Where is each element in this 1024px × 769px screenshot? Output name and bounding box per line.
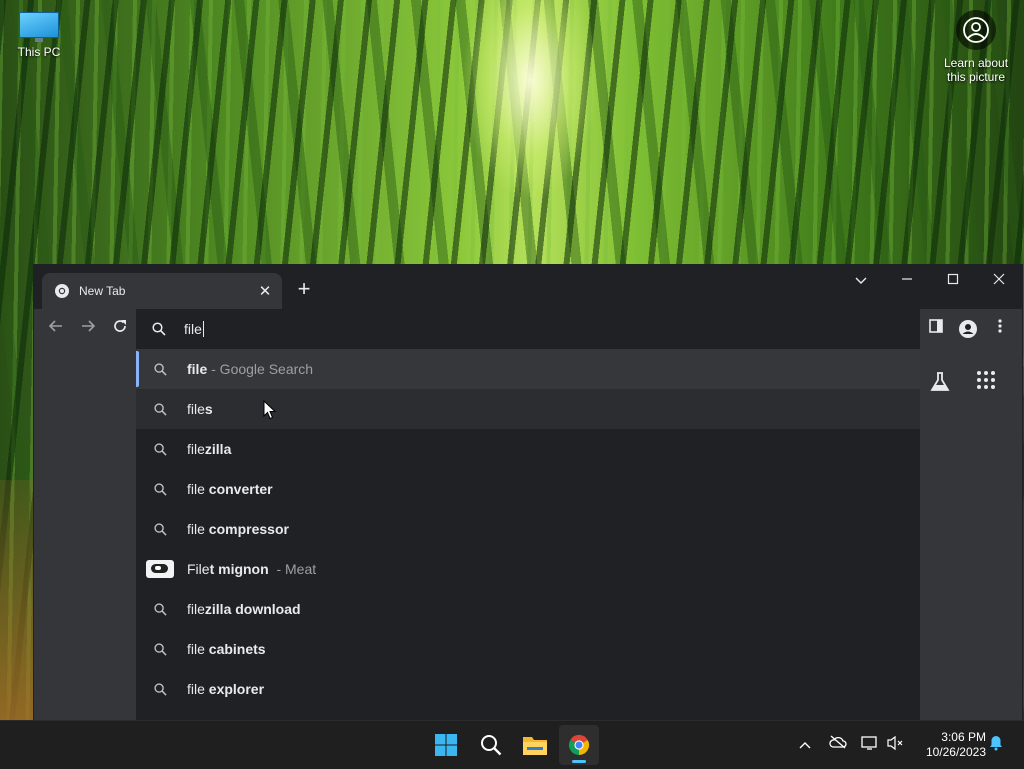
selection-indicator xyxy=(136,351,139,387)
learn-label-line2: this picture xyxy=(946,70,1006,84)
suggestion-text: file xyxy=(187,361,208,377)
suggestion-typed: file xyxy=(187,481,205,497)
omnibox-input[interactable]: file xyxy=(184,321,204,337)
suggestion-item[interactable]: file explorer xyxy=(136,669,920,709)
suggestion-completion: s xyxy=(204,401,213,417)
suggestion-item[interactable]: filezilla xyxy=(136,429,920,469)
suggestion-description: - Meat xyxy=(276,561,317,577)
suggestion-item[interactable]: file - Google Search xyxy=(136,349,920,389)
search-icon xyxy=(153,442,167,456)
omnibox[interactable]: file xyxy=(136,309,920,349)
suggestion-description: - Google Search xyxy=(211,361,314,377)
search-icon xyxy=(153,522,167,536)
search-icon xyxy=(152,322,166,336)
tab-strip: New Tab ✕ + xyxy=(34,265,1022,309)
taskbar-chrome-icon[interactable] xyxy=(559,725,599,765)
labs-icon[interactable] xyxy=(928,370,952,394)
desktop-icon-label: This PC xyxy=(17,45,61,59)
suggestion-completion: zilla download xyxy=(204,601,301,617)
chevron-down-icon[interactable] xyxy=(838,265,884,295)
apps-grid-icon[interactable] xyxy=(976,370,1000,394)
suggestion-completion: cabinets xyxy=(204,641,266,657)
start-icon[interactable] xyxy=(426,725,466,765)
search-icon xyxy=(153,602,167,616)
learn-about-picture[interactable]: Learn about this picture xyxy=(936,10,1016,84)
mouse-cursor-icon xyxy=(263,400,277,420)
search-icon xyxy=(153,402,167,416)
notification-bell-icon[interactable] xyxy=(986,735,1006,755)
suggestion-item[interactable]: file compressor xyxy=(136,509,920,549)
tab-close-icon[interactable]: ✕ xyxy=(254,282,276,300)
suggestion-completion: t mignon xyxy=(209,561,269,577)
chrome-icon xyxy=(55,284,69,298)
reload-icon[interactable] xyxy=(107,316,133,342)
suggestion-completion: zilla xyxy=(204,441,232,457)
profile-icon[interactable] xyxy=(958,319,978,339)
suggestion-item[interactable]: files xyxy=(136,389,920,429)
plus-icon[interactable]: + xyxy=(292,278,316,302)
search-icon xyxy=(153,682,167,696)
suggestion-item[interactable]: file cabinets xyxy=(136,629,920,669)
suggestion-typed: file xyxy=(187,521,205,537)
suggestion-typed: file xyxy=(187,681,205,697)
entity-thumbnail xyxy=(146,560,174,578)
close-icon[interactable] xyxy=(976,265,1022,295)
learn-label-line1: Learn about xyxy=(943,56,1009,70)
menu-icon[interactable] xyxy=(990,319,1010,339)
active-app-indicator xyxy=(572,760,586,763)
suggestion-typed: file xyxy=(187,441,205,457)
suggestion-completion: explorer xyxy=(204,681,265,697)
taskbar-search-icon[interactable] xyxy=(471,725,511,765)
suggestion-completion: converter xyxy=(204,481,273,497)
taskbar: 3:06 PM 10/26/2023 xyxy=(0,720,1024,769)
chevron-up-icon[interactable] xyxy=(795,735,815,755)
camera-icon xyxy=(956,10,996,50)
desktop-icon-this-pc[interactable]: This PC xyxy=(8,8,70,59)
minimize-icon[interactable] xyxy=(884,265,930,295)
side-panel-icon[interactable] xyxy=(926,319,946,339)
omnibox-suggestions: file - Google Search files filezilla fil… xyxy=(136,349,920,720)
forward-icon[interactable] xyxy=(75,316,101,342)
suggestion-typed: file xyxy=(187,401,205,417)
search-icon xyxy=(153,642,167,656)
suggestion-typed: File xyxy=(187,561,210,577)
suggestion-completion: compressor xyxy=(204,521,289,537)
suggestion-typed: file xyxy=(187,601,205,617)
taskbar-clock[interactable]: 3:06 PM 10/26/2023 xyxy=(914,730,986,760)
file-explorer-icon[interactable] xyxy=(515,725,555,765)
suggestion-typed: file xyxy=(187,641,205,657)
clock-date: 10/26/2023 xyxy=(925,745,986,759)
search-icon xyxy=(153,482,167,496)
onedrive-offline-icon[interactable] xyxy=(828,735,848,755)
search-icon xyxy=(153,362,167,376)
back-icon[interactable] xyxy=(43,316,69,342)
tab-title: New Tab xyxy=(79,284,126,298)
suggestion-item[interactable]: Filet mignon - Meat xyxy=(136,549,920,589)
suggestion-item[interactable]: file converter xyxy=(136,469,920,509)
tab-new-tab[interactable]: New Tab ✕ xyxy=(42,273,282,309)
clock-time: 3:06 PM xyxy=(941,730,986,744)
maximize-icon[interactable] xyxy=(930,265,976,295)
toolbar: file xyxy=(34,309,1022,349)
suggestion-item[interactable]: filezilla download xyxy=(136,589,920,629)
monitor-icon xyxy=(19,12,59,42)
network-icon[interactable] xyxy=(860,735,880,755)
volume-muted-icon[interactable] xyxy=(886,735,906,755)
